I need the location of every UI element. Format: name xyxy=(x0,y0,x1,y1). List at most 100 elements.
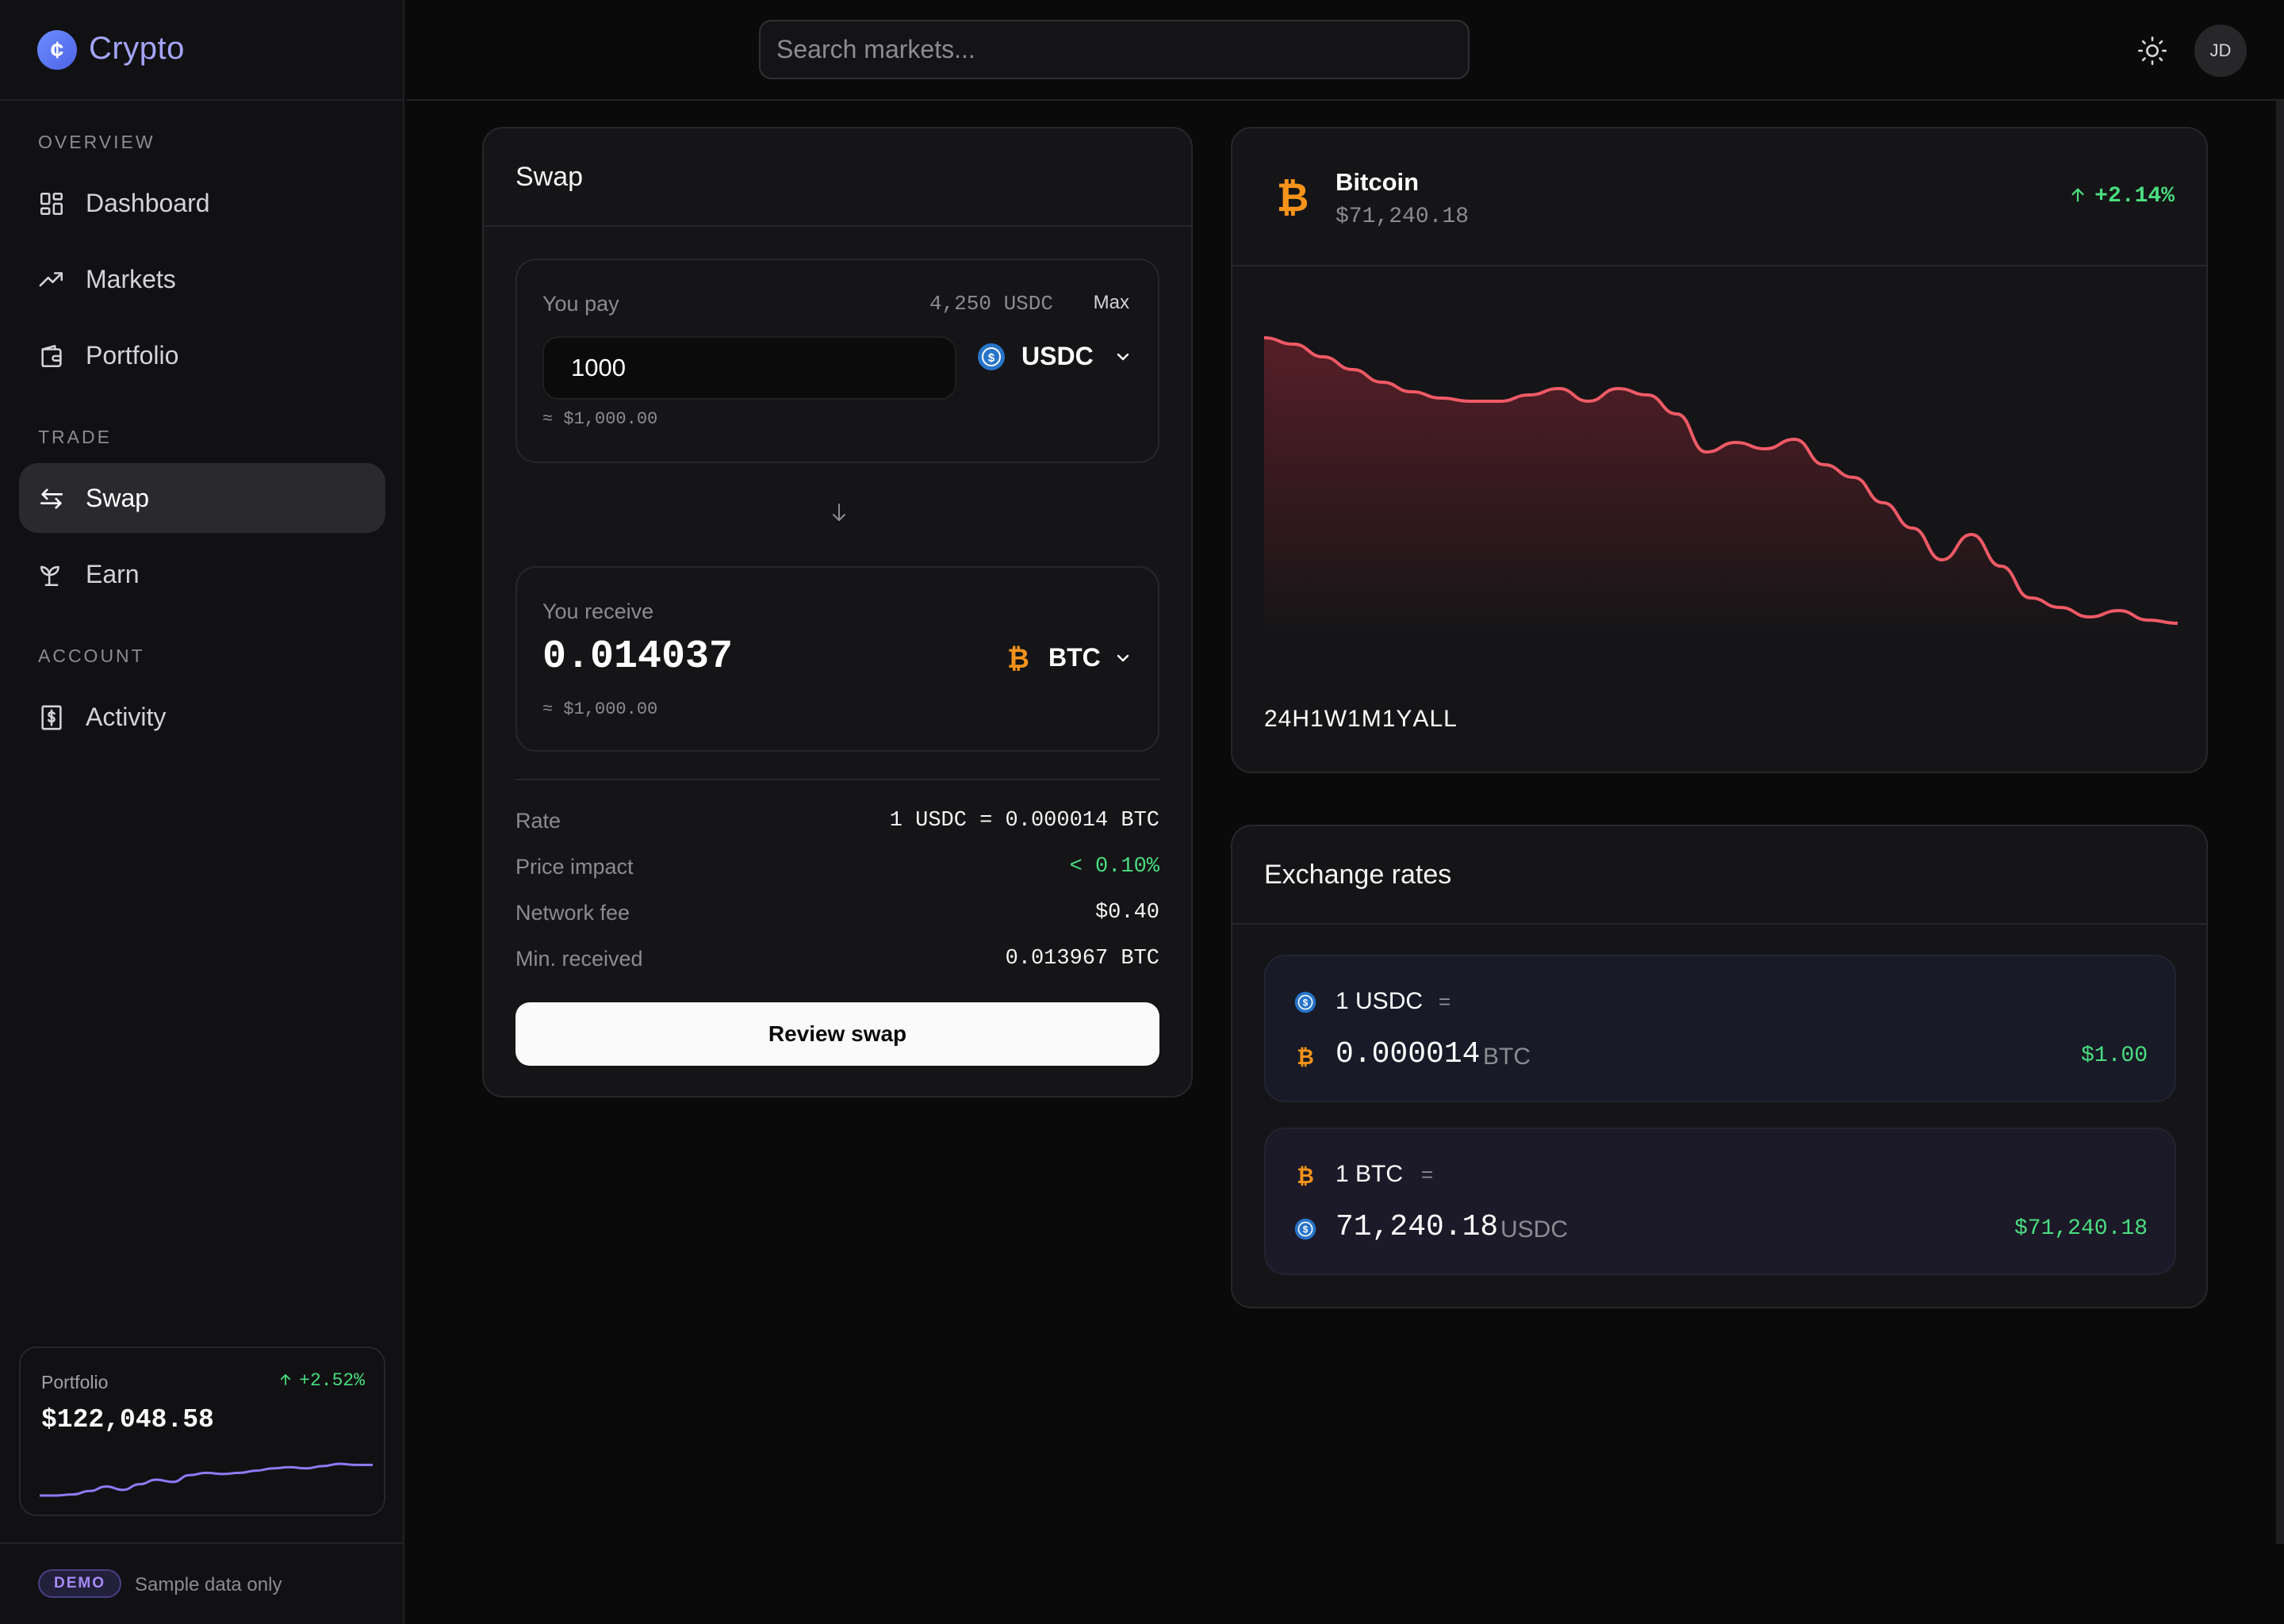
detail-key: Rate xyxy=(515,809,561,833)
sidebar-item-portfolio[interactable]: Portfolio xyxy=(19,320,385,390)
detail-value: $0.40 xyxy=(1094,901,1159,925)
chart-area-fill xyxy=(1264,338,2178,636)
sidebar-item-dashboard[interactable]: Dashboard xyxy=(19,168,385,238)
pay-balance: 4,250 USDC xyxy=(929,292,1053,316)
chart-point-16 xyxy=(1734,441,1738,444)
chart-point-23 xyxy=(1941,558,1944,561)
chart-point-1 xyxy=(1292,343,1295,346)
rates-panel-header: Exchange rates xyxy=(1232,826,2206,925)
chart-point-19 xyxy=(1822,463,1826,466)
receive-amount: 0.014037 xyxy=(542,634,734,680)
sidebar-item-activity[interactable]: Activity xyxy=(19,682,385,752)
portfolio-change: +2.52% xyxy=(278,1370,365,1391)
portfolio-change-value: +2.52% xyxy=(299,1370,365,1391)
chart-point-27 xyxy=(2058,606,2061,609)
chart-point-2 xyxy=(1321,355,1324,358)
detail-row-rate: Rate 1 USDC = 0.000014 BTC xyxy=(515,806,1159,837)
arrow-down-icon[interactable] xyxy=(830,501,849,523)
sidebar: ¢ Crypto OVERVIEW Dashboard Markets Port… xyxy=(0,0,404,1624)
chart-point-30 xyxy=(2147,619,2150,622)
chart-point-6 xyxy=(1439,396,1443,400)
sun-icon[interactable] xyxy=(2136,35,2168,67)
top-bar: JD xyxy=(406,0,2284,101)
tab-1w[interactable]: 1W xyxy=(1310,706,1347,733)
rate-card-usdc-btc: $ 1 USDC = ₿ 0.000014 BTC $1.00 xyxy=(1264,955,2176,1102)
bitcoin-icon: ₿ xyxy=(1297,1164,1314,1186)
chart-point-9 xyxy=(1527,393,1531,396)
svg-text:¢: ¢ xyxy=(51,37,64,63)
svg-text:$: $ xyxy=(988,351,995,365)
sidebar-item-swap[interactable]: Swap xyxy=(19,463,385,533)
chart-point-25 xyxy=(1999,565,2002,568)
receipt-icon xyxy=(41,705,62,730)
svg-text:$: $ xyxy=(1303,1225,1309,1235)
pay-label: You pay xyxy=(542,292,619,316)
swap-panel: Swap You pay 4,250 USDC Max $ USDC ≈ $1,… xyxy=(482,127,1193,1097)
rate-equals: = xyxy=(1421,1162,1434,1186)
pay-token-label: USDC xyxy=(1021,342,1094,370)
rate-usd-value: $1.00 xyxy=(2080,1044,2148,1068)
detail-value: 1 USDC = 0.000014 BTC xyxy=(889,809,1159,833)
usdc-icon: $ xyxy=(1294,1218,1316,1240)
pay-token-select[interactable]: $ USDC xyxy=(977,338,1132,376)
price-area-chart[interactable] xyxy=(1264,319,2178,636)
tab-1y[interactable]: 1Y xyxy=(1382,706,1413,733)
chart-point-17 xyxy=(1764,447,1767,450)
dashboard-icon xyxy=(40,192,63,216)
brand[interactable]: ¢ Crypto xyxy=(0,0,404,101)
max-button[interactable]: Max xyxy=(1094,292,1129,314)
receive-approx: ≈ $1,000.00 xyxy=(542,699,658,719)
coin-change-value: +2.14% xyxy=(2094,184,2175,209)
chevron-down-icon xyxy=(1117,353,1129,361)
scrollbar[interactable] xyxy=(2276,101,2284,1544)
detail-row-min-received: Min. received 0.013967 BTC xyxy=(515,944,1159,975)
brand-name: Crypto xyxy=(89,31,185,66)
receive-token-label: BTC xyxy=(1048,643,1101,672)
panel-title: Exchange rates xyxy=(1264,860,1452,890)
swap-panel-header: Swap xyxy=(484,128,1191,227)
detail-value: < 0.10% xyxy=(1069,855,1159,879)
coin-price: $71,240.18 xyxy=(1336,205,1470,229)
chart-point-8 xyxy=(1498,400,1501,403)
panel-title: Swap xyxy=(515,162,584,192)
coin-change: +2.14% xyxy=(2069,184,2175,209)
tab-all[interactable]: ALL xyxy=(1412,706,1457,733)
pay-amount-input[interactable] xyxy=(542,336,956,400)
price-chart-panel: ₿ Bitcoin $71,240.18 +2.14% 24H1W1M1YALL xyxy=(1231,127,2208,773)
sidebar-item-label: Markets xyxy=(86,265,176,293)
tab-1m[interactable]: 1M xyxy=(1347,706,1382,733)
avatar[interactable]: JD xyxy=(2194,25,2247,77)
chart-point-15 xyxy=(1704,450,1707,454)
chart-point-14 xyxy=(1675,412,1678,416)
swap-icon xyxy=(40,488,63,509)
sidebar-item-label: Dashboard xyxy=(86,189,210,217)
divider xyxy=(515,779,1159,780)
sidebar-item-earn[interactable]: Earn xyxy=(19,539,385,609)
detail-row-price-impact: Price impact < 0.10% xyxy=(515,852,1159,883)
chart-point-4 xyxy=(1381,381,1384,384)
tab-24h[interactable]: 24H xyxy=(1264,706,1310,733)
portfolio-summary-card[interactable]: Portfolio +2.52% $122,048.58 xyxy=(19,1346,385,1516)
search-input[interactable] xyxy=(759,20,1470,79)
portfolio-value: $122,048.58 xyxy=(41,1405,214,1434)
bitcoin-icon: ₿ xyxy=(1297,1045,1314,1067)
review-swap-button[interactable]: Review swap xyxy=(515,1002,1159,1066)
chart-point-24 xyxy=(1970,533,1973,536)
nav-section-trade: TRADE xyxy=(38,427,112,447)
trending-up-icon xyxy=(39,272,63,287)
chart-point-13 xyxy=(1646,393,1649,396)
rate-to-value: 71,240.18 xyxy=(1336,1210,1499,1244)
chart-point-28 xyxy=(2088,615,2091,619)
rate-to-value: 0.000014 xyxy=(1336,1037,1481,1071)
sidebar-item-markets[interactable]: Markets xyxy=(19,244,385,314)
receive-box: You receive 0.014037 ₿ BTC ≈ $1,000.00 xyxy=(515,566,1159,752)
rate-usd-value: $71,240.18 xyxy=(2014,1216,2148,1241)
receive-token-select[interactable]: ₿ BTC xyxy=(1004,639,1132,677)
sidebar-footer: DEMO Sample data only xyxy=(0,1542,404,1624)
chart-point-20 xyxy=(1852,476,1855,479)
detail-key: Min. received xyxy=(515,947,643,971)
svg-text:$: $ xyxy=(1303,998,1309,1009)
chart-point-12 xyxy=(1616,387,1619,390)
chart-point-26 xyxy=(2029,596,2032,599)
detail-value: 0.013967 BTC xyxy=(1005,947,1159,971)
